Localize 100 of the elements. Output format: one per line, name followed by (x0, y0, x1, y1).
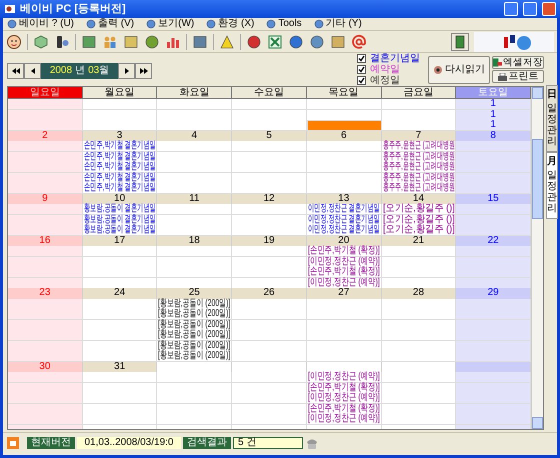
event-entry: [손민주,박기철 (확정)] (308, 246, 380, 256)
event-entry: [황보람,공돌이 (200일)] (158, 298, 231, 308)
minimize-button[interactable] (504, 2, 518, 16)
date-number: 12 (263, 194, 275, 204)
date-number: 1 (490, 120, 496, 130)
event-entry: 손민주,박기철 결혼기념일 (84, 152, 156, 162)
date-number: 16 (39, 236, 50, 246)
month-unit: 월 (99, 66, 110, 76)
date-number: 8 (490, 130, 496, 141)
date-number: 20 (338, 236, 350, 246)
at-sign-icon[interactable] (351, 34, 367, 50)
menu-item-icon (266, 19, 276, 29)
date-number: 11 (189, 194, 200, 204)
date-number: 17 (114, 236, 126, 246)
event-entry: 손민주,박기철 결혼기념일 (84, 141, 156, 151)
status-value: 01,03..2008/03/19:0 (77, 436, 181, 448)
side-tab[interactable]: 月 일정관리 (546, 152, 558, 219)
checkbox[interactable] (357, 65, 366, 74)
menu-item-icon (314, 19, 324, 29)
menu-item-icon (86, 19, 96, 29)
event-entry: [이민정,정찬근 (예약)] (308, 256, 380, 266)
event-entry: [이민정,정찬근 (예약)] (308, 414, 380, 424)
menu-item[interactable]: 베이비 ? (U) (19, 19, 74, 29)
weekday-header: 금요일 (382, 87, 456, 99)
event-entry: 홍주주,윤현근 (고려대병원 (382, 162, 455, 172)
event-entry: [황보람,공돌이 (200일)] (158, 330, 231, 340)
year-unit: 년 (75, 66, 86, 76)
event-entry: 손민주,박기철 결혼기념일 (84, 172, 156, 182)
event-entry: [손민주,박기철 (확정)] (308, 382, 380, 392)
date-number: 27 (338, 288, 350, 298)
event-entry: [황보람,공돌이 (200일)] (158, 309, 231, 319)
year-value: 2008 (50, 66, 72, 76)
date-number: 1 (490, 99, 496, 109)
date-number: 21 (412, 236, 424, 246)
spreadsheet-icon (493, 58, 502, 67)
side-tab[interactable]: 日 일정관리 (546, 85, 558, 152)
face-icon[interactable] (6, 34, 22, 50)
date-number: 3 (116, 130, 122, 141)
weekday-header: 일요일 (8, 87, 83, 99)
menu-item[interactable]: 출력 (V) (98, 19, 134, 29)
date-number: 1 (490, 110, 496, 120)
checkbox[interactable] (357, 54, 366, 63)
people-icon[interactable] (102, 34, 118, 50)
date-number: 18 (188, 236, 200, 246)
date-number: 5 (266, 130, 272, 141)
scrollbar[interactable] (531, 87, 543, 429)
previous-button[interactable] (24, 62, 41, 78)
menu-item[interactable]: 보기(W) (158, 19, 194, 29)
event-entry: 홍주주,윤현근 (고려대병원 (382, 141, 455, 151)
event-entry: [이민정,정찬근 (예약)] (308, 393, 380, 403)
last-button[interactable] (135, 62, 152, 78)
next-button[interactable] (118, 62, 135, 78)
event-entry: 손민주,박기철 결혼기념일 (84, 183, 156, 193)
legend-label: 결혼기념일 (370, 54, 420, 64)
weekday-header: 토요일 (456, 87, 532, 99)
event-entry: 홍주주,윤현근 (고려대병원 (382, 183, 455, 193)
app-icon (4, 3, 16, 15)
date-number: 30 (39, 362, 50, 372)
first-button[interactable] (7, 62, 24, 78)
status-value: 5 건 (233, 436, 303, 448)
menu-item-icon (7, 19, 17, 29)
reload-button[interactable]: 다시읽기 (428, 56, 490, 84)
tab-label: 일정관리 (547, 170, 557, 214)
print-button[interactable]: 프린트 (492, 70, 544, 83)
legend-label: 예약일 (370, 64, 400, 74)
event-entry: 홍주주,윤현근 (고려대병원 (382, 172, 455, 182)
menu-item[interactable]: 환경 (X) (218, 19, 254, 29)
maximize-button[interactable] (523, 2, 537, 16)
event-entry: [손민주,박기철 (확정)] (308, 404, 380, 414)
menu-item[interactable]: 기타 (Y) (326, 19, 362, 29)
date-number: 31 (114, 362, 126, 372)
event-entry: [오기순,황길주 ()] (382, 225, 454, 235)
window-title: 베이비 PC [등록버전] (20, 2, 126, 17)
printer-icon (498, 72, 506, 80)
event-entry: [오기순,황길주 ()] (382, 204, 454, 214)
date-number: 10 (114, 194, 126, 204)
date-number: 29 (488, 288, 499, 298)
arrow-icon (12, 68, 20, 74)
event-entry: 이민정,정찬근 결혼기념일 (308, 204, 380, 214)
tab-glyph: 月 (547, 156, 557, 168)
event-entry: [오기순,황길주 ()] (382, 214, 454, 224)
event-entry: 황보람,공돌이 결혼기념일 (84, 214, 156, 224)
box-icon[interactable] (33, 34, 49, 50)
arrow-icon (140, 68, 148, 74)
date-number: 25 (188, 288, 200, 298)
month-value: 03 (88, 66, 100, 76)
checkbox[interactable] (357, 76, 366, 85)
spreadsheet-icon[interactable] (267, 34, 283, 50)
door-icon (454, 34, 466, 48)
close-button[interactable] (542, 2, 556, 16)
menu-item[interactable]: Tools (278, 19, 302, 29)
date-number: 7 (416, 130, 422, 141)
arrow-icon (28, 68, 36, 74)
warning-icon[interactable] (219, 34, 235, 50)
event-entry: 황보람,공돌이 결혼기념일 (84, 204, 156, 214)
exit-door-button[interactable] (451, 32, 469, 50)
date-number: 24 (114, 288, 126, 298)
event-entry: [손민주,박기철 (확정)] (308, 267, 380, 277)
excel-save-button[interactable]: 엑셀저장 (492, 56, 544, 69)
event-entry: [황보람,공돌이 (200일)] (158, 351, 231, 361)
